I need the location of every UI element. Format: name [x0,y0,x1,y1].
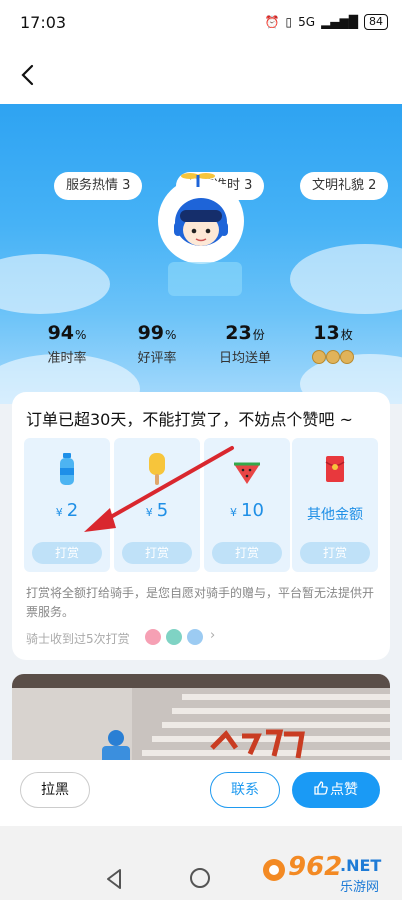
tip-button[interactable]: 打赏 [122,542,192,564]
yen-symbol: ¥ [230,506,238,519]
stat-unit: 份 [252,328,265,342]
stat-label: 准时率 [47,351,87,366]
tip-option-5[interactable]: ¥5 打赏 [114,438,200,572]
stat-value: 94 [47,322,75,344]
tipper-avatar [166,629,182,645]
rider-stats: 94% 准时率 99% 好评率 23份 日均送单 13枚 [0,322,402,382]
tip-card-title: 订单已超30天，不能打赏了，不妨点个赞吧 ~ [26,410,353,429]
watermelon-icon [234,462,260,484]
tipper-avatar [187,629,203,645]
stat-unit: % [165,328,177,342]
tip-option-other[interactable]: 其他金额 打赏 [292,438,378,572]
tip-amount-other: 其他金额 [307,507,363,523]
back-button[interactable] [12,60,42,90]
yen-symbol: ¥ [145,506,153,519]
stat-unit: % [75,328,87,342]
stat-label: 好评率 [137,351,177,366]
tip-received-count[interactable]: 骑士收到过5次打赏 [26,630,130,647]
system-back-icon[interactable] [104,868,124,890]
stat-ontime: 94% 准时率 [22,322,112,366]
stat-daily-orders: 23份 日均送单 [200,322,290,366]
system-home-icon[interactable] [190,868,210,888]
water-bottle-icon [60,453,74,485]
tip-amount: 5 [156,500,169,521]
tip-card: 订单已超30天，不能打赏了，不妨点个赞吧 ~ ¥2 打赏 ¥5 打赏 ¥10 打… [12,392,390,660]
tip-amount: 2 [66,500,79,521]
tip-button[interactable]: 打赏 [300,542,370,564]
tag-polite: 文明礼貌 2 [300,172,389,200]
tag-service: 服务热情 3 [54,172,143,200]
tip-amount: 10 [241,500,264,521]
stat-label: 日均送单 [218,351,271,366]
nav-bar [0,48,402,104]
watermark-logo-icon [263,859,285,881]
tip-option-2[interactable]: ¥2 打赏 [24,438,110,572]
status-bar: 17:03 ⏰ ▯ 5G ▂▄▆█ 84 [0,0,402,48]
chevron-left-icon [21,64,34,86]
stat-positive-rate: 99% 好评率 [112,322,202,366]
thumbs-up-icon [314,781,328,795]
bottom-action-bar: 拉黑 联系 点赞 [0,760,402,826]
yen-symbol: ¥ [55,506,63,519]
status-icons: ⏰ ▯ 5G ▂▄▆█ 84 [265,14,388,30]
contact-button[interactable]: 联系 [210,772,280,808]
cloud-decoration [0,254,110,314]
alarm-icon: ⏰ [264,15,280,29]
stat-medals[interactable]: 13枚 [288,322,378,369]
status-time: 17:03 [20,13,67,32]
stat-value: 99 [137,322,165,344]
rider-avatar [158,178,244,264]
block-button[interactable]: 拉黑 [20,772,90,808]
stat-value: 23 [225,322,252,344]
vibrate-icon: ▯ [285,15,293,29]
like-button-label: 点赞 [330,782,358,798]
tip-option-10[interactable]: ¥10 打赏 [204,438,290,572]
popsicle-icon [149,453,165,485]
site-watermark: 962 .NET 乐游网 [262,852,396,896]
medal-icons [312,350,354,364]
rider-name-blurred [168,262,242,296]
propeller-icon [181,173,215,187]
battery-icon: 84 [364,14,388,30]
cloud-decoration [290,244,402,314]
tip-disclaimer: 打赏将全额打给骑手，是您自愿对骑手的赠与，平台暂无法提供开票服务。 [26,586,375,619]
watermark-net: .NET [340,856,382,875]
stat-value: 13 [313,322,340,344]
stat-unit: 枚 [340,328,353,342]
rider-mascot-icon [174,198,228,246]
stairs-photo-image [12,674,390,770]
watermark-number: 962 [288,852,343,882]
tip-button[interactable]: 打赏 [32,542,102,564]
like-button[interactable]: 点赞 [292,772,380,808]
watermark-sub: 乐游网 [340,880,380,895]
tip-button[interactable]: 打赏 [212,542,282,564]
signal-icon: ▂▄▆█ [321,15,358,29]
tipper-avatar [145,629,161,645]
promo-photo[interactable] [12,674,390,770]
network-label: 5G [298,15,316,29]
red-envelope-icon [325,456,345,482]
chevron-right-icon[interactable]: › [210,628,215,643]
